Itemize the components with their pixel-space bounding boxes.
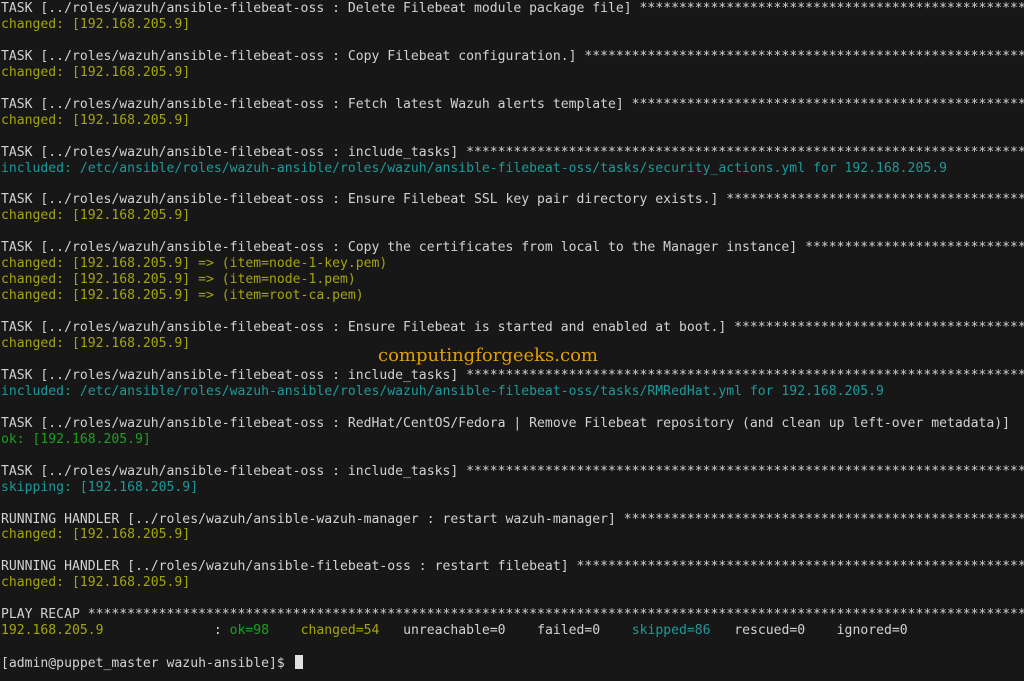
star-separator: ****************************************… — [466, 368, 1024, 383]
task-result: changed: [192.168.205.9] => (item=node-1… — [1, 272, 1024, 288]
line-text: TASK [../roles/wazuh/ansible-filebeat-os… — [1, 368, 466, 383]
star-separator: ****************************************… — [640, 1, 1024, 16]
line-text: changed: [192.168.205.9] — [1, 208, 190, 223]
blank — [1, 400, 1024, 416]
blank — [1, 639, 1024, 655]
star-separator: ****************************************… — [624, 512, 1024, 527]
star-separator: ****************************************… — [632, 97, 1024, 112]
line-text: TASK [../roles/wazuh/ansible-filebeat-os… — [1, 97, 632, 112]
task-result: changed: [192.168.205.9] — [1, 208, 1024, 224]
line-text: changed: [192.168.205.9] — [1, 336, 190, 351]
line-text: [admin@puppet_master wazuh-ansible]$ — [1, 656, 293, 671]
line-text: changed: [192.168.205.9] => (item=root-c… — [1, 288, 364, 303]
task-header: TASK [../roles/wazuh/ansible-filebeat-os… — [1, 97, 1024, 113]
watermark-text: computingforgeeks.com — [378, 345, 598, 366]
task-header: TASK [../roles/wazuh/ansible-filebeat-os… — [1, 240, 1024, 256]
line-text: TASK [../roles/wazuh/ansible-filebeat-os… — [1, 240, 805, 255]
line-text: changed: [192.168.205.9] => (item=node-1… — [1, 256, 387, 271]
star-separator: ****************************************… — [734, 320, 1024, 335]
task-header: TASK [../roles/wazuh/ansible-filebeat-os… — [1, 145, 1024, 161]
line-text: changed: [192.168.205.9] — [1, 113, 190, 128]
star-separator: ****************************************… — [584, 49, 1024, 64]
shell-prompt: [admin@puppet_master wazuh-ansible]$ — [1, 655, 1024, 671]
line-text: RUNNING HANDLER [../roles/wazuh/ansible-… — [1, 512, 624, 527]
task-header: TASK [../roles/wazuh/ansible-filebeat-os… — [1, 416, 1024, 432]
task-header: TASK [../roles/wazuh/ansible-filebeat-os… — [1, 1, 1024, 17]
star-separator: ****************************************… — [726, 192, 1024, 207]
task-result: changed: [192.168.205.9] — [1, 17, 1024, 33]
star-separator: ****************************************… — [576, 559, 1024, 574]
task-result: ok: [192.168.205.9] — [1, 432, 1024, 448]
blank — [1, 81, 1024, 97]
line-text: ok=98 — [230, 623, 269, 638]
task-result: changed: [192.168.205.9] — [1, 113, 1024, 129]
star-separator: ****************************************… — [805, 240, 1024, 255]
star-separator: ****************************************… — [88, 607, 1024, 622]
line-text: included: /etc/ansible/roles/wazuh-ansib… — [1, 384, 884, 399]
star-separator: ****************************************… — [466, 145, 1024, 160]
task-header: TASK [../roles/wazuh/ansible-filebeat-os… — [1, 464, 1024, 480]
blank — [1, 543, 1024, 559]
line-text: skipped=86 — [632, 623, 711, 638]
line-text: TASK [../roles/wazuh/ansible-filebeat-os… — [1, 192, 726, 207]
blank — [1, 224, 1024, 240]
line-text: TASK [../roles/wazuh/ansible-filebeat-os… — [1, 1, 640, 16]
line-text: TASK [../roles/wazuh/ansible-filebeat-os… — [1, 49, 584, 64]
task-result: changed: [192.168.205.9] => (item=node-1… — [1, 256, 1024, 272]
line-text: : — [103, 623, 229, 638]
terminal-output[interactable]: TASK [../roles/wazuh/ansible-filebeat-os… — [1, 1, 1024, 671]
line-text: changed: [192.168.205.9] — [1, 65, 190, 80]
blank — [1, 304, 1024, 320]
task-header: TASK [../roles/wazuh/ansible-filebeat-os… — [1, 49, 1024, 65]
line-text: RUNNING HANDLER [../roles/wazuh/ansible-… — [1, 559, 576, 574]
line-text: changed=54 — [301, 623, 380, 638]
task-result: changed: [192.168.205.9] — [1, 527, 1024, 543]
line-text — [269, 623, 301, 638]
blank — [1, 448, 1024, 464]
handler-header: RUNNING HANDLER [../roles/wazuh/ansible-… — [1, 512, 1024, 528]
terminal-cursor — [295, 655, 303, 669]
blank — [1, 129, 1024, 145]
task-header: TASK [../roles/wazuh/ansible-filebeat-os… — [1, 192, 1024, 208]
task-result: changed: [192.168.205.9] — [1, 65, 1024, 81]
task-result: skipping: [192.168.205.9] — [1, 480, 1024, 496]
blank — [1, 33, 1024, 49]
blank — [1, 176, 1024, 192]
task-header: TASK [../roles/wazuh/ansible-filebeat-os… — [1, 320, 1024, 336]
line-text: changed: [192.168.205.9] => (item=node-1… — [1, 272, 356, 287]
play-recap-row: 192.168.205.9 : ok=98 changed=54 unreach… — [1, 623, 1024, 639]
line-text: changed: [192.168.205.9] — [1, 17, 190, 32]
task-result: changed: [192.168.205.9] => (item=root-c… — [1, 288, 1024, 304]
blank — [1, 591, 1024, 607]
line-text: TASK [../roles/wazuh/ansible-filebeat-os… — [1, 145, 466, 160]
line-text: PLAY RECAP — [1, 607, 88, 622]
play-recap-header: PLAY RECAP *****************************… — [1, 607, 1024, 623]
line-text: skipping: [192.168.205.9] — [1, 480, 198, 495]
task-result: included: /etc/ansible/roles/wazuh-ansib… — [1, 161, 1024, 177]
line-text: ok: [192.168.205.9] — [1, 432, 151, 447]
line-text: unreachable=0 failed=0 — [379, 623, 631, 638]
star-separator: ****************************************… — [466, 464, 1024, 479]
line-text: included: /etc/ansible/roles/wazuh-ansib… — [1, 161, 947, 176]
line-text: changed: [192.168.205.9] — [1, 527, 190, 542]
task-result: included: /etc/ansible/roles/wazuh-ansib… — [1, 384, 1024, 400]
blank — [1, 496, 1024, 512]
task-header: TASK [../roles/wazuh/ansible-filebeat-os… — [1, 368, 1024, 384]
handler-header: RUNNING HANDLER [../roles/wazuh/ansible-… — [1, 559, 1024, 575]
line-text: rescued=0 ignored=0 — [711, 623, 908, 638]
line-text: TASK [../roles/wazuh/ansible-filebeat-os… — [1, 464, 466, 479]
line-text: TASK [../roles/wazuh/ansible-filebeat-os… — [1, 320, 734, 335]
task-result: changed: [192.168.205.9] — [1, 575, 1024, 591]
line-text: TASK [../roles/wazuh/ansible-filebeat-os… — [1, 416, 1010, 431]
line-text: 192.168.205.9 — [1, 623, 103, 638]
line-text: changed: [192.168.205.9] — [1, 575, 190, 590]
